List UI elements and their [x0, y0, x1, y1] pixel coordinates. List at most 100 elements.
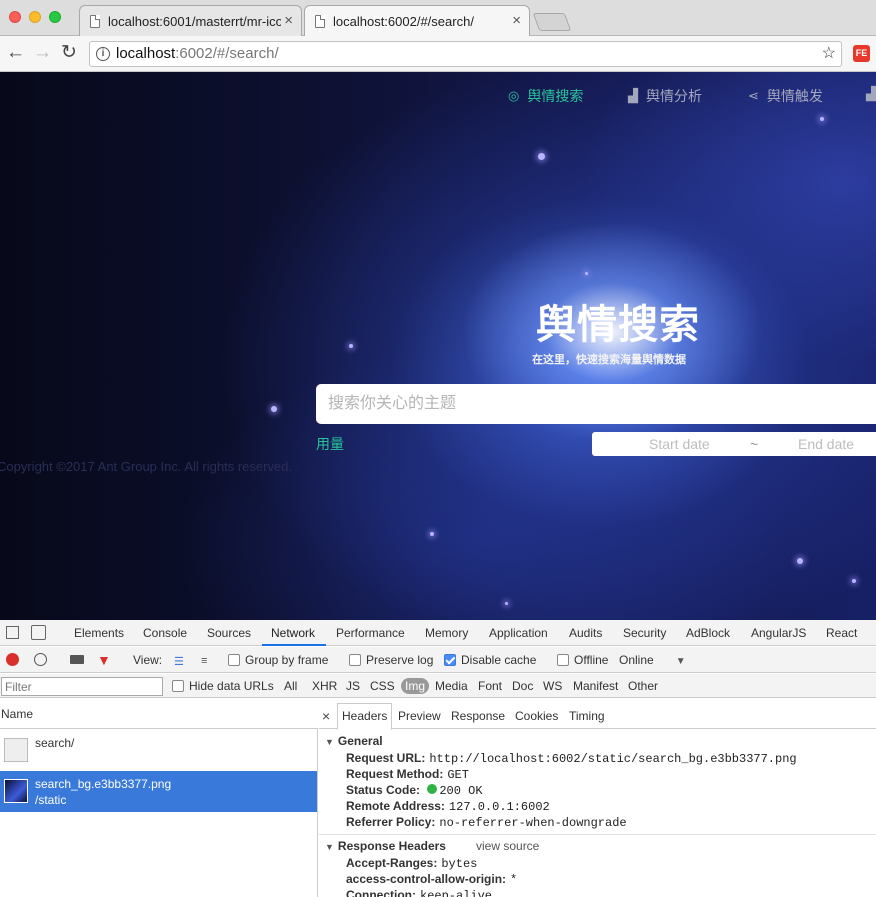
offline-checkbox[interactable]: Offline [557, 653, 608, 667]
nav-item-label: 舆情触发 [766, 88, 823, 104]
filter-type-js[interactable]: JS [346, 679, 360, 693]
nav-item-trigger[interactable]: ⋖ 舆情触发 [748, 86, 823, 106]
bookmark-star-icon[interactable]: ☆ [822, 42, 836, 66]
detail-tab-bar: × Headers Preview Response Cookies Timin… [319, 699, 876, 730]
star-decoration [797, 558, 803, 564]
tab-memory[interactable]: Memory [425, 626, 468, 640]
tab-performance[interactable]: Performance [336, 626, 405, 640]
network-toolbar: ▼ View: ☰ ≡ Group by frame Preserve log … [0, 647, 876, 673]
clear-icon[interactable] [34, 653, 47, 666]
tab-console[interactable]: Console [143, 626, 187, 640]
tab-adblock[interactable]: AdBlock [686, 626, 730, 640]
tab-audits[interactable]: Audits [569, 626, 602, 640]
general-row: Referrer Policy: no-referrer-when-downgra… [346, 815, 627, 830]
filter-type-all[interactable]: All [284, 679, 297, 693]
hero-title: 舆情搜索 [536, 303, 700, 347]
tab-cookies[interactable]: Cookies [515, 709, 558, 723]
reload-icon[interactable]: ↻ [61, 43, 77, 63]
filter-funnel-icon[interactable]: ▼ [97, 652, 111, 668]
filter-type-img[interactable]: Img [401, 678, 430, 694]
group-by-frame-checkbox[interactable]: Group by frame [228, 653, 328, 667]
tab-elements[interactable]: Elements [74, 626, 124, 640]
filter-bar: Hide data URLs All XHR JS CSS Img Media … [0, 674, 876, 698]
nav-item-label: 舆情搜索 [527, 88, 584, 104]
filter-type-font[interactable]: Font [478, 679, 502, 693]
filter-type-other[interactable]: Other [628, 679, 658, 693]
nav-item-analysis[interactable]: ▟ 舆情分析 [628, 86, 702, 106]
search-page: ◎ 舆情搜索 ▟ 舆情分析 ⋖ 舆情触发 ▟ 舆情搜索 在这里，快速搜索海量舆情… [0, 72, 876, 620]
minimize-window-button[interactable] [29, 11, 41, 23]
filter-type-doc[interactable]: Doc [512, 679, 533, 693]
record-icon[interactable] [6, 653, 19, 666]
request-row-selected[interactable]: search_bg.e3bb3377.png /static [0, 771, 317, 812]
nav-item-search[interactable]: ◎ 舆情搜索 [508, 86, 583, 106]
url-field[interactable]: i localhost:6002/#/search/ ☆ [89, 41, 842, 67]
usage-label[interactable]: 用量 [316, 434, 344, 454]
tab-angularjs[interactable]: AngularJS [751, 626, 806, 640]
tab-sources[interactable]: Sources [207, 626, 251, 640]
hero-subtitle: 在这里，快速搜索海量舆情数据 [532, 354, 686, 366]
filter-type-ws[interactable]: WS [543, 679, 562, 693]
star-decoration [585, 272, 588, 275]
document-icon [315, 15, 325, 28]
info-icon[interactable]: i [96, 47, 110, 61]
inspect-element-icon[interactable] [6, 626, 19, 639]
view-source-link[interactable]: view source [476, 839, 539, 853]
tab-application[interactable]: Application [489, 626, 548, 640]
forward-icon[interactable]: → [33, 43, 52, 63]
chevron-down-icon: ▼ [675, 656, 686, 667]
close-tab-icon[interactable]: × [512, 12, 521, 29]
filter-type-css[interactable]: CSS [370, 679, 395, 693]
filter-type-xhr[interactable]: XHR [312, 679, 337, 693]
tab-response[interactable]: Response [451, 709, 505, 723]
date-range-picker[interactable]: Start date ~ End date [592, 432, 876, 456]
browser-tab-strip: localhost:6001/masterrt/mr-ico × localho… [0, 0, 876, 37]
tab-preview[interactable]: Preview [398, 709, 441, 723]
hide-data-urls-checkbox[interactable]: Hide data URLs [172, 679, 274, 693]
browser-tab-1[interactable]: localhost:6001/masterrt/mr-ico × [79, 5, 302, 36]
general-row: Request URL: http://localhost:6002/static… [346, 751, 797, 766]
filter-type-media[interactable]: Media [435, 679, 468, 693]
tab-title: localhost:6002/#/search/ [333, 14, 474, 29]
close-detail-icon[interactable]: × [322, 708, 330, 724]
device-toolbar-icon[interactable] [31, 625, 46, 640]
filter-input[interactable] [1, 677, 163, 696]
browser-tab-2[interactable]: localhost:6002/#/search/ × [304, 5, 530, 37]
back-icon[interactable]: ← [6, 43, 25, 63]
tab-timing[interactable]: Timing [569, 709, 605, 723]
throttling-select[interactable]: Online ▼ [619, 653, 686, 667]
tab-react[interactable]: React [826, 626, 857, 640]
view-label: View: [133, 653, 163, 667]
end-date-field[interactable]: End date [798, 436, 854, 452]
search-input[interactable] [316, 384, 876, 424]
preserve-log-checkbox[interactable]: Preserve log [349, 653, 433, 667]
active-tab-indicator [262, 644, 326, 646]
extension-icon[interactable]: FE [853, 45, 870, 62]
waterfall-icon[interactable]: ≡ [201, 655, 207, 667]
document-icon [90, 14, 100, 28]
response-header-row: access-control-allow-origin: * [346, 872, 518, 887]
new-tab-button[interactable] [532, 13, 572, 31]
nav-item-more[interactable]: ▟ [866, 86, 876, 102]
nav-item-label: 舆情分析 [646, 88, 702, 104]
devtools-panel: Elements Console Sources Network Perform… [0, 620, 876, 897]
response-header-row: Connection: keep-alive [346, 888, 493, 897]
close-window-button[interactable] [9, 11, 21, 23]
tab-network[interactable]: Network [271, 626, 315, 640]
maximize-window-button[interactable] [49, 11, 61, 23]
name-column-header[interactable]: Name [0, 699, 318, 729]
request-row[interactable]: search/ [0, 730, 317, 771]
screenshot-camera-icon[interactable] [70, 655, 84, 664]
large-rows-icon[interactable]: ☰ [174, 655, 184, 668]
filter-type-manifest[interactable]: Manifest [573, 679, 618, 693]
start-date-field[interactable]: Start date [649, 436, 710, 452]
general-section-header[interactable]: ▼ General [325, 734, 383, 748]
response-headers-section-header[interactable]: ▼ Response Headers [325, 839, 446, 853]
tab-headers[interactable]: Headers [337, 703, 393, 730]
tab-security[interactable]: Security [623, 626, 666, 640]
star-decoration [430, 532, 434, 536]
general-row: Status Code: 200 OK [346, 783, 483, 798]
disable-cache-checkbox[interactable]: Disable cache [444, 653, 536, 667]
section-divider [319, 834, 876, 835]
close-tab-icon[interactable]: × [281, 12, 293, 29]
